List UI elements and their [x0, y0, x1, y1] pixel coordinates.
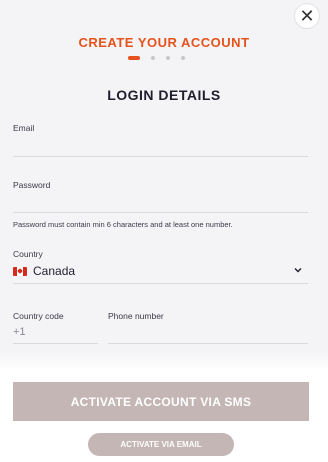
password-field[interactable]	[13, 212, 308, 213]
password-label: Password	[13, 180, 51, 190]
canada-flag-icon	[13, 266, 27, 276]
country-value: Canada	[33, 264, 76, 278]
country-code-underline	[13, 343, 98, 344]
country-underline	[13, 283, 308, 284]
close-icon: ✕	[299, 6, 315, 26]
bottom-fade	[0, 352, 328, 370]
phone-number-field[interactable]	[108, 343, 308, 344]
step-dot	[166, 56, 170, 60]
country-select[interactable]: Canada	[13, 264, 75, 278]
country-code-field[interactable]: +1	[13, 326, 26, 338]
step-dot	[151, 56, 155, 60]
step-title: CREATE YOUR ACCOUNT	[78, 35, 250, 50]
email-label: Email	[13, 123, 35, 133]
close-button[interactable]: ✕	[294, 3, 320, 29]
email-field[interactable]	[13, 156, 308, 157]
step-dot-active	[128, 56, 140, 60]
step-dot	[181, 56, 185, 60]
password-hint: Password must contain min 6 characters a…	[13, 220, 233, 229]
activate-sms-button[interactable]: ACTIVATE ACCOUNT VIA SMS	[13, 382, 309, 421]
chevron-down-icon[interactable]	[294, 266, 302, 274]
country-code-label: Country code	[13, 311, 64, 321]
section-title: LOGIN DETAILS	[107, 87, 221, 103]
step-indicator	[128, 56, 185, 60]
phone-number-label: Phone number	[108, 311, 164, 321]
country-label: Country	[13, 249, 43, 259]
activate-email-button[interactable]: ACTIVATE VIA EMAIL	[88, 433, 234, 456]
